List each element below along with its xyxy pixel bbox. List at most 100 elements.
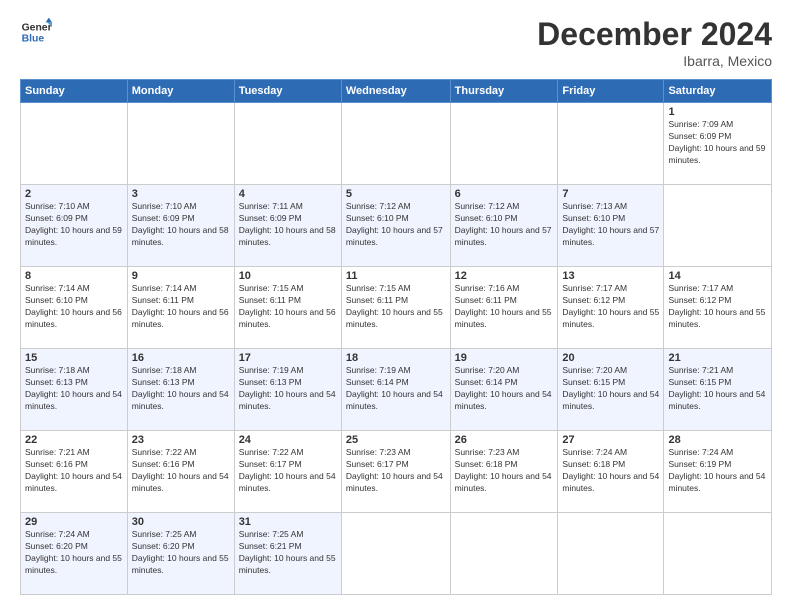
day-number: 3	[132, 188, 230, 200]
day-number: 22	[25, 434, 123, 446]
day-info: Sunrise: 7:22 AMSunset: 6:16 PMDaylight:…	[132, 447, 230, 495]
table-row	[21, 103, 128, 185]
day-number: 16	[132, 352, 230, 364]
table-row: 27Sunrise: 7:24 AMSunset: 6:18 PMDayligh…	[558, 431, 664, 513]
day-info: Sunrise: 7:13 AMSunset: 6:10 PMDaylight:…	[562, 201, 659, 249]
day-info: Sunrise: 7:09 AMSunset: 6:09 PMDaylight:…	[668, 119, 767, 167]
page: General Blue December 2024 Ibarra, Mexic…	[0, 0, 792, 612]
day-number: 23	[132, 434, 230, 446]
col-tuesday: Tuesday	[234, 80, 341, 103]
header: General Blue December 2024 Ibarra, Mexic…	[20, 16, 772, 69]
table-row: 6Sunrise: 7:12 AMSunset: 6:10 PMDaylight…	[450, 185, 558, 267]
calendar-header: Sunday Monday Tuesday Wednesday Thursday…	[21, 80, 772, 103]
day-number: 25	[346, 434, 446, 446]
table-row	[664, 185, 772, 267]
day-info: Sunrise: 7:14 AMSunset: 6:10 PMDaylight:…	[25, 283, 123, 331]
day-info: Sunrise: 7:12 AMSunset: 6:10 PMDaylight:…	[346, 201, 446, 249]
table-row: 28Sunrise: 7:24 AMSunset: 6:19 PMDayligh…	[664, 431, 772, 513]
day-info: Sunrise: 7:24 AMSunset: 6:19 PMDaylight:…	[668, 447, 767, 495]
table-row: 10Sunrise: 7:15 AMSunset: 6:11 PMDayligh…	[234, 267, 341, 349]
day-info: Sunrise: 7:12 AMSunset: 6:10 PMDaylight:…	[455, 201, 554, 249]
table-row: 4Sunrise: 7:11 AMSunset: 6:09 PMDaylight…	[234, 185, 341, 267]
day-number: 31	[239, 516, 337, 528]
day-number: 21	[668, 352, 767, 364]
day-number: 10	[239, 270, 337, 282]
day-number: 4	[239, 188, 337, 200]
calendar-body: 1Sunrise: 7:09 AMSunset: 6:09 PMDaylight…	[21, 103, 772, 595]
day-number: 19	[455, 352, 554, 364]
day-info: Sunrise: 7:19 AMSunset: 6:13 PMDaylight:…	[239, 365, 337, 413]
table-row: 14Sunrise: 7:17 AMSunset: 6:12 PMDayligh…	[664, 267, 772, 349]
table-row: 13Sunrise: 7:17 AMSunset: 6:12 PMDayligh…	[558, 267, 664, 349]
day-info: Sunrise: 7:16 AMSunset: 6:11 PMDaylight:…	[455, 283, 554, 331]
day-info: Sunrise: 7:15 AMSunset: 6:11 PMDaylight:…	[346, 283, 446, 331]
calendar-table: Sunday Monday Tuesday Wednesday Thursday…	[20, 79, 772, 595]
day-number: 28	[668, 434, 767, 446]
day-number: 1	[668, 106, 767, 118]
day-number: 27	[562, 434, 659, 446]
table-row: 3Sunrise: 7:10 AMSunset: 6:09 PMDaylight…	[127, 185, 234, 267]
day-info: Sunrise: 7:23 AMSunset: 6:17 PMDaylight:…	[346, 447, 446, 495]
col-thursday: Thursday	[450, 80, 558, 103]
day-number: 15	[25, 352, 123, 364]
day-number: 13	[562, 270, 659, 282]
table-row: 12Sunrise: 7:16 AMSunset: 6:11 PMDayligh…	[450, 267, 558, 349]
table-row	[558, 103, 664, 185]
day-number: 30	[132, 516, 230, 528]
day-info: Sunrise: 7:14 AMSunset: 6:11 PMDaylight:…	[132, 283, 230, 331]
day-number: 17	[239, 352, 337, 364]
day-info: Sunrise: 7:15 AMSunset: 6:11 PMDaylight:…	[239, 283, 337, 331]
day-info: Sunrise: 7:25 AMSunset: 6:20 PMDaylight:…	[132, 529, 230, 577]
title-block: December 2024 Ibarra, Mexico	[537, 16, 772, 69]
day-number: 14	[668, 270, 767, 282]
header-row: Sunday Monday Tuesday Wednesday Thursday…	[21, 80, 772, 103]
table-row: 9Sunrise: 7:14 AMSunset: 6:11 PMDaylight…	[127, 267, 234, 349]
col-saturday: Saturday	[664, 80, 772, 103]
table-row	[234, 103, 341, 185]
table-row: 22Sunrise: 7:21 AMSunset: 6:16 PMDayligh…	[21, 431, 128, 513]
table-row	[558, 513, 664, 595]
table-row	[127, 103, 234, 185]
week-row-3: 8Sunrise: 7:14 AMSunset: 6:10 PMDaylight…	[21, 267, 772, 349]
table-row	[341, 513, 450, 595]
day-number: 18	[346, 352, 446, 364]
day-info: Sunrise: 7:21 AMSunset: 6:16 PMDaylight:…	[25, 447, 123, 495]
table-row: 30Sunrise: 7:25 AMSunset: 6:20 PMDayligh…	[127, 513, 234, 595]
day-info: Sunrise: 7:20 AMSunset: 6:15 PMDaylight:…	[562, 365, 659, 413]
table-row: 18Sunrise: 7:19 AMSunset: 6:14 PMDayligh…	[341, 349, 450, 431]
table-row	[450, 513, 558, 595]
day-info: Sunrise: 7:10 AMSunset: 6:09 PMDaylight:…	[25, 201, 123, 249]
table-row: 16Sunrise: 7:18 AMSunset: 6:13 PMDayligh…	[127, 349, 234, 431]
day-number: 9	[132, 270, 230, 282]
day-info: Sunrise: 7:17 AMSunset: 6:12 PMDaylight:…	[668, 283, 767, 331]
day-info: Sunrise: 7:24 AMSunset: 6:20 PMDaylight:…	[25, 529, 123, 577]
day-number: 29	[25, 516, 123, 528]
table-row: 20Sunrise: 7:20 AMSunset: 6:15 PMDayligh…	[558, 349, 664, 431]
day-number: 8	[25, 270, 123, 282]
day-info: Sunrise: 7:10 AMSunset: 6:09 PMDaylight:…	[132, 201, 230, 249]
col-monday: Monday	[127, 80, 234, 103]
day-number: 2	[25, 188, 123, 200]
table-row: 31Sunrise: 7:25 AMSunset: 6:21 PMDayligh…	[234, 513, 341, 595]
table-row: 8Sunrise: 7:14 AMSunset: 6:10 PMDaylight…	[21, 267, 128, 349]
col-sunday: Sunday	[21, 80, 128, 103]
table-row: 24Sunrise: 7:22 AMSunset: 6:17 PMDayligh…	[234, 431, 341, 513]
day-info: Sunrise: 7:17 AMSunset: 6:12 PMDaylight:…	[562, 283, 659, 331]
day-info: Sunrise: 7:25 AMSunset: 6:21 PMDaylight:…	[239, 529, 337, 577]
svg-text:General: General	[22, 22, 52, 33]
table-row: 5Sunrise: 7:12 AMSunset: 6:10 PMDaylight…	[341, 185, 450, 267]
table-row: 2Sunrise: 7:10 AMSunset: 6:09 PMDaylight…	[21, 185, 128, 267]
col-wednesday: Wednesday	[341, 80, 450, 103]
table-row: 19Sunrise: 7:20 AMSunset: 6:14 PMDayligh…	[450, 349, 558, 431]
day-number: 5	[346, 188, 446, 200]
table-row: 7Sunrise: 7:13 AMSunset: 6:10 PMDaylight…	[558, 185, 664, 267]
table-row: 1Sunrise: 7:09 AMSunset: 6:09 PMDaylight…	[664, 103, 772, 185]
day-info: Sunrise: 7:22 AMSunset: 6:17 PMDaylight:…	[239, 447, 337, 495]
day-info: Sunrise: 7:24 AMSunset: 6:18 PMDaylight:…	[562, 447, 659, 495]
table-row: 29Sunrise: 7:24 AMSunset: 6:20 PMDayligh…	[21, 513, 128, 595]
svg-text:Blue: Blue	[22, 34, 45, 45]
day-number: 12	[455, 270, 554, 282]
day-info: Sunrise: 7:11 AMSunset: 6:09 PMDaylight:…	[239, 201, 337, 249]
day-info: Sunrise: 7:21 AMSunset: 6:15 PMDaylight:…	[668, 365, 767, 413]
day-info: Sunrise: 7:23 AMSunset: 6:18 PMDaylight:…	[455, 447, 554, 495]
